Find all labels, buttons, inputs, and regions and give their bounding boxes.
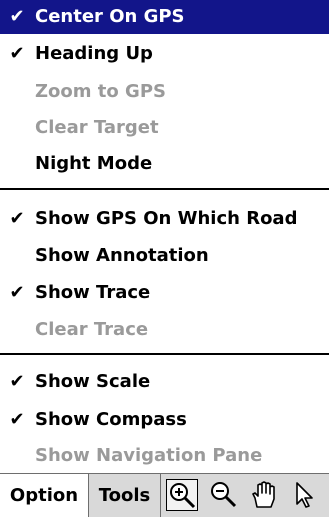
menu-item-label: Show Navigation Pane bbox=[35, 445, 263, 466]
menu-item-heading-up[interactable]: ✔ Heading Up bbox=[0, 36, 329, 72]
checkmark-icon: ✔ bbox=[9, 409, 25, 430]
checkmark-icon: ✔ bbox=[9, 371, 25, 392]
menu-item-label: Zoom to GPS bbox=[35, 81, 166, 102]
menu-item-label: Center On GPS bbox=[35, 6, 185, 27]
menu-item-label: Show Trace bbox=[35, 282, 151, 303]
menu-item-label: Show Compass bbox=[35, 409, 187, 430]
menu-separator bbox=[0, 353, 329, 355]
menu-item-label: Heading Up bbox=[35, 43, 153, 64]
menu-item-show-annotation[interactable]: Show Annotation bbox=[0, 238, 329, 274]
menu-item-show-trace[interactable]: ✔ Show Trace bbox=[0, 275, 329, 311]
menu-item-label: Clear Trace bbox=[35, 319, 149, 340]
checkmark-icon: ✔ bbox=[9, 43, 25, 64]
option-menu-tab[interactable]: Option bbox=[0, 474, 88, 517]
zoom-out-icon bbox=[211, 482, 237, 508]
zoom-in-icon bbox=[170, 483, 196, 509]
menu-separator bbox=[0, 188, 329, 190]
menu-item-show-navigation-pane: Show Navigation Pane bbox=[0, 438, 329, 474]
menu-item-show-gps-on-which-road[interactable]: ✔ Show GPS On Which Road bbox=[0, 201, 329, 237]
pointer-icon bbox=[296, 482, 313, 508]
zoom-out-button[interactable] bbox=[208, 479, 240, 511]
pan-button[interactable] bbox=[248, 479, 280, 511]
options-menu: ✔ Center On GPS ✔ Heading Up Zoom to GPS… bbox=[0, 0, 329, 473]
menu-item-label: Show Annotation bbox=[35, 245, 209, 266]
bottom-toolbar: Option Tools bbox=[0, 473, 329, 517]
checkmark-icon: ✔ bbox=[9, 208, 25, 229]
menu-item-show-scale[interactable]: ✔ Show Scale bbox=[0, 364, 329, 400]
zoom-in-button[interactable] bbox=[166, 479, 198, 511]
menu-item-label: Show Scale bbox=[35, 371, 151, 392]
menu-item-clear-trace: Clear Trace bbox=[0, 312, 329, 348]
pan-hand-icon bbox=[252, 481, 275, 508]
menu-item-label: Clear Target bbox=[35, 117, 159, 138]
checkmark-icon: ✔ bbox=[9, 6, 25, 27]
checkmark-icon: ✔ bbox=[9, 282, 25, 303]
tools-menu-tab[interactable]: Tools bbox=[88, 474, 161, 517]
pointer-button[interactable] bbox=[288, 479, 320, 511]
menu-item-show-compass[interactable]: ✔ Show Compass bbox=[0, 402, 329, 438]
menu-item-center-on-gps[interactable]: ✔ Center On GPS bbox=[0, 0, 329, 34]
menu-item-zoom-to-gps: Zoom to GPS bbox=[0, 74, 329, 110]
menu-item-night-mode[interactable]: Night Mode bbox=[0, 146, 329, 182]
menu-item-label: Night Mode bbox=[35, 153, 153, 174]
menu-item-clear-target: Clear Target bbox=[0, 110, 329, 146]
menu-item-label: Show GPS On Which Road bbox=[35, 208, 298, 229]
